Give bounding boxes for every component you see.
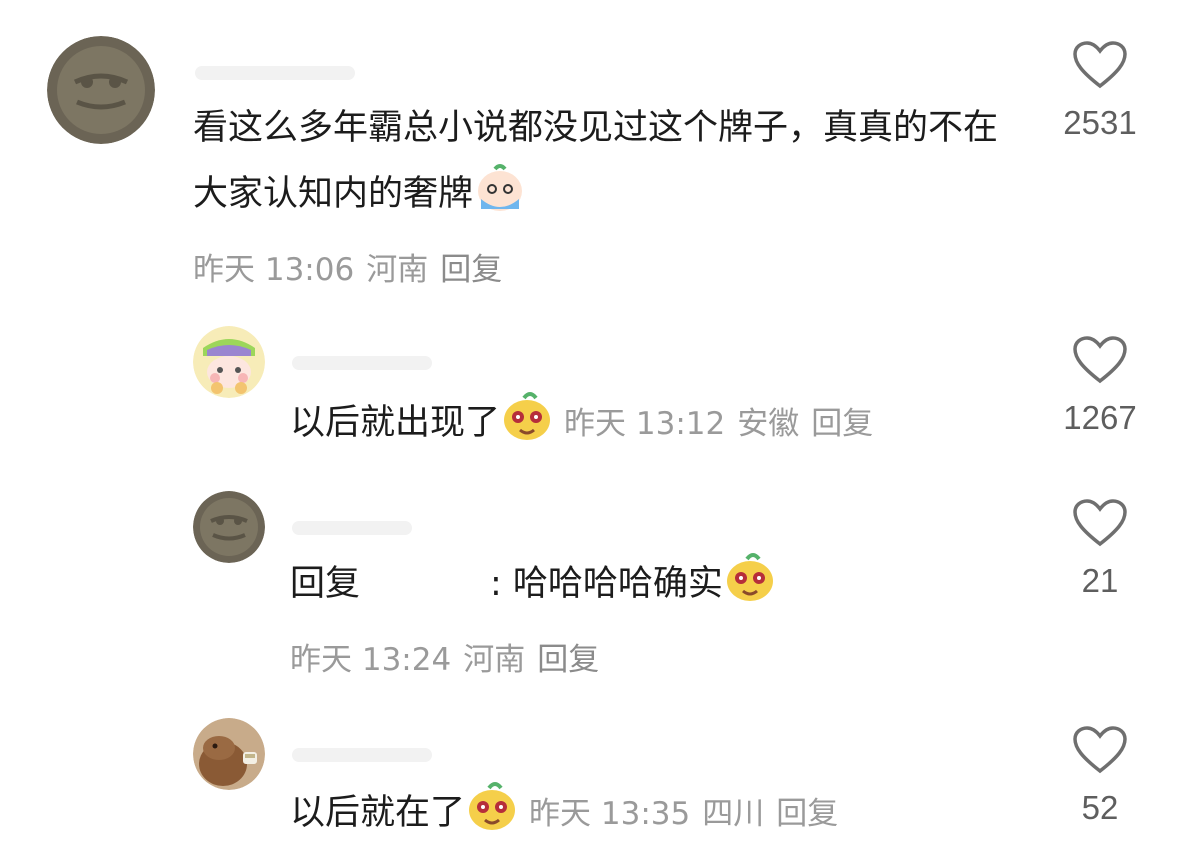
comment-3-time: 昨天 13:24 bbox=[290, 642, 452, 678]
comment-2-like[interactable]: 1267 bbox=[1050, 335, 1150, 437]
coin-avatar-icon bbox=[193, 491, 265, 563]
comment-1-time: 昨天 13:06 bbox=[193, 252, 355, 288]
reply-target-username[interactable] bbox=[360, 563, 491, 599]
heart-outline-icon[interactable] bbox=[1072, 335, 1128, 385]
avatar-comment-1[interactable] bbox=[47, 36, 155, 144]
heart-outline-icon[interactable] bbox=[1072, 40, 1128, 90]
crying-emoji-icon bbox=[478, 164, 523, 211]
comment-3-meta: 昨天 13:24 河南 回复 bbox=[290, 634, 611, 679]
cartoon-avatar-icon bbox=[193, 326, 265, 398]
username-comment-1[interactable] bbox=[195, 66, 355, 80]
comment-2-text: 以后就出现了 昨天 13:12 安徽 回复 bbox=[290, 390, 885, 457]
comment-1-like[interactable]: 2531 bbox=[1050, 40, 1150, 142]
comment-2-time: 昨天 13:12 bbox=[564, 406, 726, 442]
smug-emoji-icon bbox=[726, 553, 773, 601]
comment-1-content: 看这么多年霸总小说都没见过这个牌子，真真的不在大家认知内的奢牌 bbox=[193, 108, 999, 214]
comment-2-location: 安徽 bbox=[737, 406, 800, 442]
avatar-comment-2[interactable] bbox=[193, 326, 265, 398]
smug-emoji-icon bbox=[469, 782, 516, 830]
comment-1-text: 看这么多年霸总小说都没见过这个牌子，真真的不在大家认知内的奢牌 bbox=[193, 95, 1013, 227]
smug-emoji-icon bbox=[504, 392, 551, 440]
username-comment-2[interactable] bbox=[292, 356, 432, 370]
comment-4-location: 四川 bbox=[702, 796, 765, 832]
comment-3-reply-button[interactable]: 回复 bbox=[537, 642, 599, 678]
coin-avatar-icon bbox=[47, 36, 155, 144]
comment-3-text: 回复 : 哈哈哈哈确实 bbox=[290, 551, 777, 617]
comment-1-location: 河南 bbox=[366, 252, 429, 288]
comment-2-like-count: 1267 bbox=[1063, 399, 1137, 436]
heart-outline-icon[interactable] bbox=[1072, 498, 1128, 548]
comment-4-like-count: 52 bbox=[1081, 789, 1119, 826]
comment-4-like[interactable]: 52 bbox=[1050, 725, 1150, 827]
avatar-comment-4[interactable] bbox=[193, 718, 265, 790]
comment-3-reply-prefix: 回复 bbox=[290, 564, 361, 604]
comment-2-content: 以后就出现了 bbox=[290, 403, 501, 443]
comment-4-time: 昨天 13:35 bbox=[529, 796, 691, 832]
comment-1-meta: 昨天 13:06 河南 回复 bbox=[193, 244, 514, 289]
username-comment-3[interactable] bbox=[292, 521, 412, 535]
avatar-comment-3[interactable] bbox=[193, 491, 265, 563]
heart-outline-icon[interactable] bbox=[1072, 725, 1128, 775]
capybara-avatar-icon bbox=[193, 718, 265, 790]
comment-3-like-count: 21 bbox=[1081, 562, 1119, 599]
username-comment-4[interactable] bbox=[292, 748, 432, 762]
comment-1-reply-button[interactable]: 回复 bbox=[440, 252, 502, 288]
comment-4-content: 以后就在了 bbox=[290, 793, 466, 833]
comment-1-like-count: 2531 bbox=[1063, 104, 1137, 141]
comment-3-content: : 哈哈哈哈确实 bbox=[490, 564, 723, 604]
comment-thread: { "comments": [ { "text": "看这么多年霸总小说都没见过… bbox=[0, 0, 1179, 863]
comment-4-text: 以后就在了 昨天 13:35 四川 回复 bbox=[290, 780, 850, 847]
comment-3-location: 河南 bbox=[463, 642, 526, 678]
comment-2-reply-button[interactable]: 回复 bbox=[811, 406, 873, 442]
comment-4-reply-button[interactable]: 回复 bbox=[776, 796, 838, 832]
comment-3-like[interactable]: 21 bbox=[1050, 498, 1150, 600]
